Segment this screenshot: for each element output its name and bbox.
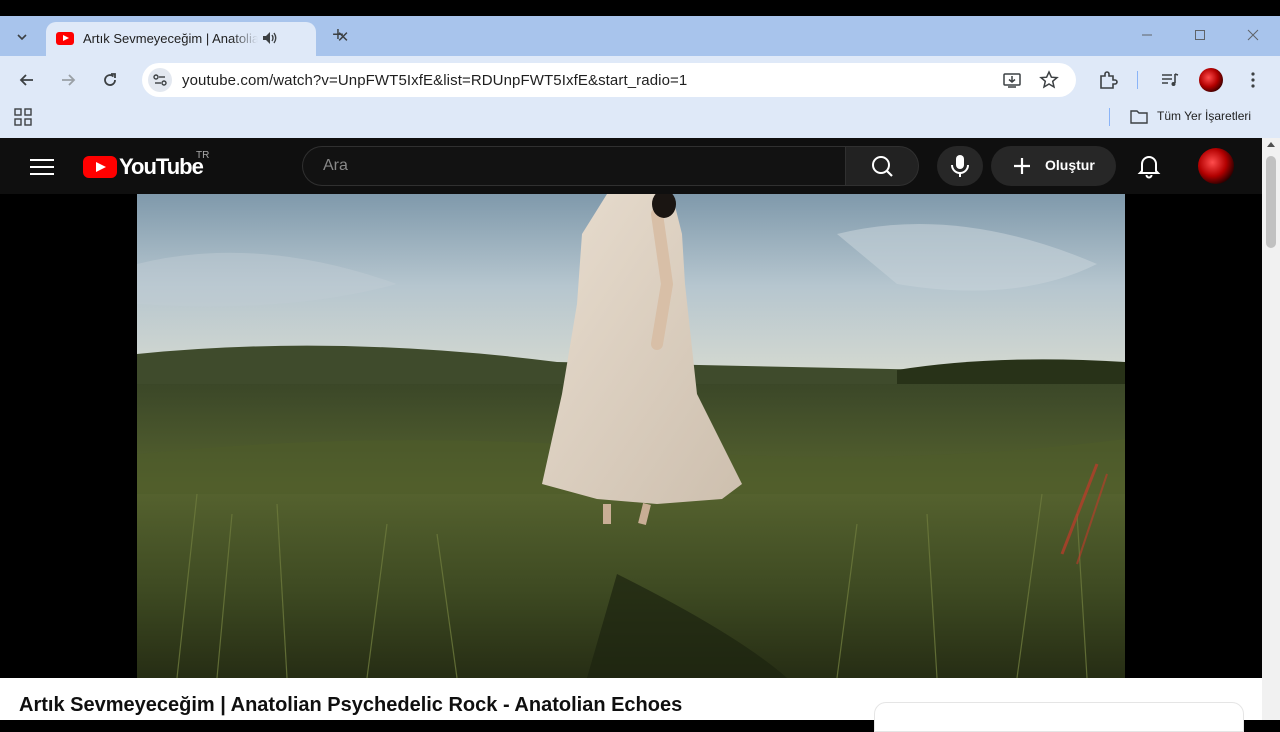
back-arrow-icon[interactable] [15, 68, 39, 92]
country-code: TR [196, 150, 210, 161]
guide-menu-icon[interactable] [30, 156, 54, 176]
browser-toolbar: youtube.com/watch?v=UnpFWT5IxfE&list=RDU… [0, 56, 1280, 104]
youtube-favicon-icon [56, 32, 74, 45]
scrollbar-thumb[interactable] [1266, 156, 1276, 248]
toolbar-bottom-border [0, 130, 1280, 138]
reload-icon[interactable] [98, 68, 122, 92]
address-bar[interactable]: youtube.com/watch?v=UnpFWT5IxfE&list=RDU… [142, 63, 1076, 97]
video-player[interactable] [137, 194, 1125, 678]
video-title: Artık Sevmeyeceğim | Anatolian Psychedel… [19, 694, 683, 716]
speaker-icon[interactable] [261, 29, 279, 47]
bookmarks-bar: Tüm Yer İşaretleri [0, 104, 1280, 130]
media-controls-icon[interactable] [1158, 68, 1182, 92]
window-close-icon[interactable] [1241, 24, 1265, 48]
video-frame-image [137, 194, 1125, 678]
search-button[interactable] [845, 146, 919, 186]
more-vertical-icon[interactable] [1241, 68, 1265, 92]
apps-grid-icon[interactable] [14, 108, 32, 126]
screen-top-strip [0, 0, 1280, 16]
account-avatar[interactable] [1198, 148, 1234, 184]
install-app-icon[interactable] [1002, 70, 1022, 90]
create-button-label: Oluştur [1045, 157, 1095, 173]
browser-tab-bar: Artık Sevmeyeceğim | Anatolian Psychedel… [0, 16, 1280, 56]
window-minimize-icon[interactable] [1135, 24, 1159, 48]
youtube-logo-text[interactable]: YouTube [119, 154, 204, 180]
page-scrollbar[interactable] [1262, 138, 1280, 720]
tab-title: Artık Sevmeyeceğim | Anatolian Psychedel… [83, 31, 258, 46]
new-tab-plus-icon[interactable]: + [328, 25, 348, 45]
extensions-puzzle-icon[interactable] [1096, 68, 1120, 92]
bookmarks-separator [1109, 108, 1110, 126]
browser-tab-active[interactable]: Artık Sevmeyeceğim | Anatolian Psychedel… [46, 22, 349, 56]
plus-icon [1014, 158, 1030, 174]
url-text[interactable]: youtube.com/watch?v=UnpFWT5IxfE&list=RDU… [182, 72, 687, 89]
youtube-logo-icon[interactable] [83, 156, 117, 178]
notifications-bell-icon[interactable] [1135, 152, 1163, 180]
create-button[interactable]: Oluştur [991, 146, 1116, 186]
toolbar-separator [1137, 71, 1138, 89]
playlist-panel[interactable] [874, 702, 1244, 732]
bookmark-star-icon[interactable] [1039, 70, 1059, 90]
tab-search-chevron-icon[interactable] [10, 25, 34, 49]
folder-icon[interactable] [1129, 108, 1149, 126]
window-maximize-icon[interactable] [1188, 24, 1212, 48]
search-box [302, 146, 845, 186]
profile-avatar-icon[interactable] [1199, 68, 1223, 92]
search-input[interactable] [323, 157, 823, 175]
forward-arrow-icon[interactable] [56, 68, 80, 92]
voice-search-mic-icon[interactable] [937, 146, 983, 186]
watch-metadata: Artık Sevmeyeceğim | Anatolian Psychedel… [0, 678, 1262, 732]
site-info-tune-icon[interactable] [148, 68, 172, 92]
scroll-up-arrow-icon[interactable] [1267, 142, 1275, 147]
all-bookmarks-link[interactable]: Tüm Yer İşaretleri [1157, 109, 1251, 123]
youtube-masthead: YouTube TR Oluştur [0, 138, 1262, 194]
